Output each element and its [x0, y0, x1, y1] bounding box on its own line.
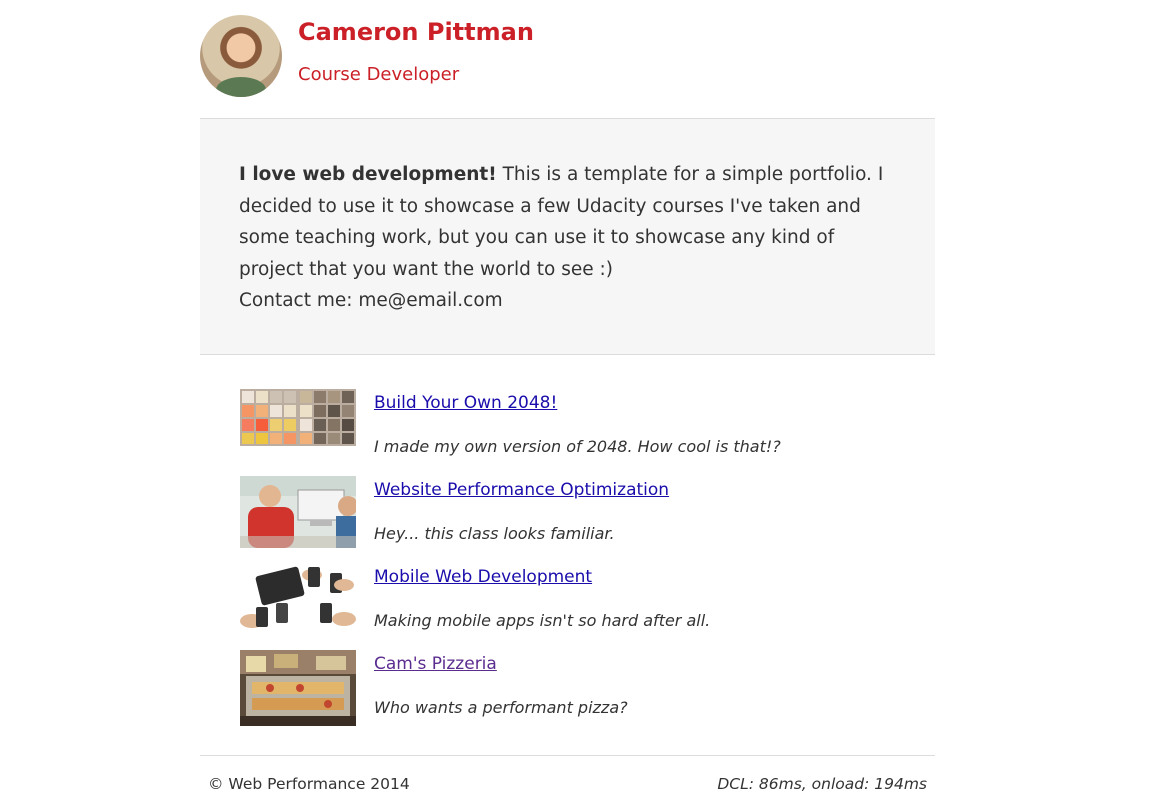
project-link-web-perf[interactable]: Website Performance Optimization — [374, 480, 669, 500]
list-item: Cam's Pizzeria Who wants a performant pi… — [240, 650, 930, 730]
project-description: Making mobile apps isn't so hard after a… — [374, 611, 711, 630]
footer-copyright: © Web Performance 2014 — [208, 775, 410, 793]
about-text: I love web development! This is a templa… — [239, 159, 899, 317]
project-thumbnail-mobile[interactable] — [240, 563, 356, 634]
list-item: Website Performance Optimization Hey... … — [240, 476, 930, 556]
profile-role: Course Developer — [298, 64, 460, 85]
list-item: Mobile Web Development Making mobile app… — [240, 563, 930, 643]
about-section: I love web development! This is a templa… — [200, 119, 935, 355]
project-description: Who wants a performant pizza? — [374, 698, 628, 717]
project-thumbnail-web-perf[interactable] — [240, 476, 356, 548]
profile-header: Cameron Pittman Course Developer — [200, 14, 935, 118]
project-link-mobile[interactable]: Mobile Web Development — [374, 567, 592, 587]
footer-perf-stats: DCL: 86ms, onload: 194ms — [717, 775, 927, 793]
project-link-pizzeria[interactable]: Cam's Pizzeria — [374, 654, 497, 674]
project-link-2048[interactable]: Build Your Own 2048! — [374, 393, 557, 413]
project-description: I made my own version of 2048. How cool … — [374, 437, 781, 456]
avatar — [200, 15, 282, 97]
project-description: Hey... this class looks familiar. — [374, 524, 615, 543]
project-thumbnail-pizzeria[interactable] — [240, 650, 356, 726]
project-thumbnail-2048[interactable] — [240, 389, 356, 446]
profile-name: Cameron Pittman — [298, 18, 534, 46]
page: Cameron Pittman Course Developer I love … — [0, 0, 1150, 812]
footer-divider — [200, 755, 935, 756]
contact-info: Contact me: me@email.com — [239, 290, 503, 311]
list-item: Build Your Own 2048! I made my own versi… — [240, 389, 930, 469]
about-lead: I love web development! — [239, 164, 497, 185]
